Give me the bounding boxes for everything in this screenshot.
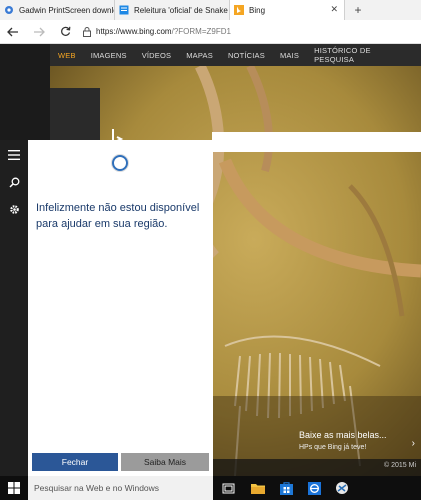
tab-gadwin[interactable]: Gadwin PrintScreen download <box>0 0 115 20</box>
forward-button[interactable] <box>26 20 52 44</box>
settings-gear-icon[interactable] <box>7 202 21 216</box>
caption-next-icon[interactable]: › <box>412 438 415 449</box>
back-arrow-icon <box>7 27 18 36</box>
file-explorer-icon[interactable] <box>251 481 265 495</box>
refresh-icon <box>60 26 70 36</box>
taskbar-search-input[interactable]: Pesquisar na Web e no Windows <box>28 476 213 500</box>
bing-nav-images[interactable]: IMAGENS <box>91 51 127 60</box>
bing-nav-more[interactable]: MAIS <box>280 51 299 60</box>
url-host: https://www.bing.com <box>96 27 172 36</box>
forward-arrow-icon <box>34 27 45 36</box>
taskbar: Pesquisar na Web e no Windows <box>0 476 421 500</box>
url-path: /?FORM=Z9FD1 <box>171 27 231 36</box>
back-button[interactable] <box>0 20 26 44</box>
bing-icon <box>234 5 244 15</box>
copyright-text: © 2015 Mi <box>384 462 417 469</box>
refresh-button[interactable] <box>52 20 78 44</box>
learn-more-button[interactable]: Saiba Mais <box>121 453 209 471</box>
screen: Gadwin PrintScreen download Releitura 'o… <box>0 0 421 500</box>
cortana-message: Infelizmente não estou disponível para a… <box>36 202 200 230</box>
lock-icon <box>78 26 96 37</box>
bing-nav-bar: WEB IMAGENS VÍDEOS MAPAS NOTÍCIAS MAIS H… <box>50 44 421 66</box>
store-icon[interactable] <box>279 481 293 495</box>
image-caption-title[interactable]: Baixe as mais belas... <box>299 430 387 440</box>
cortana-rail <box>0 140 28 476</box>
app-icon[interactable] <box>335 481 349 495</box>
cortana-ring-icon <box>112 155 128 171</box>
search-icon[interactable] <box>7 175 21 189</box>
cortana-panel: Infelizmente não estou disponível para a… <box>28 140 213 476</box>
search-placeholder: Pesquisar na Web e no Windows <box>34 483 160 493</box>
close-tab-icon[interactable]: ✕ <box>330 4 338 15</box>
task-view-icon[interactable] <box>221 481 235 495</box>
tab-label: Gadwin PrintScreen download <box>19 5 114 15</box>
bing-nav-history[interactable]: HISTÓRICO DE PESQUISA <box>314 46 406 64</box>
page-icon <box>119 5 129 15</box>
edge-icon[interactable] <box>307 481 321 495</box>
gadwin-icon <box>4 5 14 15</box>
bing-search-box[interactable] <box>212 132 421 152</box>
new-tab-button[interactable]: + <box>345 0 371 20</box>
windows-start-icon[interactable] <box>0 476 28 500</box>
tab-bing[interactable]: Bing ✕ <box>230 0 345 20</box>
bing-nav-web[interactable]: WEB <box>58 51 76 60</box>
close-button[interactable]: Fechar <box>32 453 118 471</box>
tab-label: Releitura 'oficial' de Snake cheg <box>134 5 229 15</box>
tab-label: Bing <box>249 5 266 15</box>
url-field[interactable]: https://www.bing.com/?FORM=Z9FD1 <box>96 27 231 36</box>
tab-releitura[interactable]: Releitura 'oficial' de Snake cheg <box>115 0 230 20</box>
image-caption-subtitle[interactable]: HPs que Bing já teve! <box>299 444 366 451</box>
hamburger-menu-icon[interactable] <box>7 148 21 162</box>
bing-nav-videos[interactable]: VÍDEOS <box>142 51 172 60</box>
bing-nav-news[interactable]: NOTÍCIAS <box>228 51 265 60</box>
tab-bar: Gadwin PrintScreen download Releitura 'o… <box>0 0 421 20</box>
address-bar: https://www.bing.com/?FORM=Z9FD1 <box>0 20 421 44</box>
bing-nav-maps[interactable]: MAPAS <box>186 51 213 60</box>
